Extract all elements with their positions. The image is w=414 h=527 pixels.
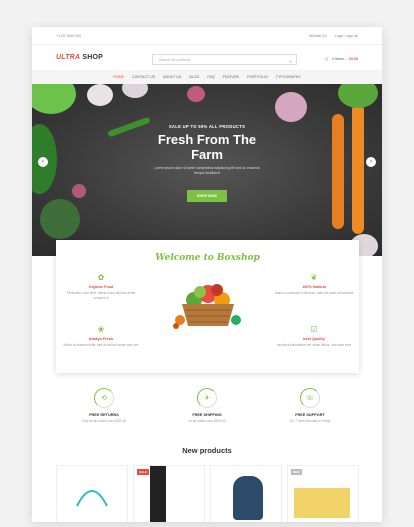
feature-natural: ❦ 100% Natural ullamco occaecat id elit … — [274, 273, 354, 296]
product-card[interactable] — [56, 465, 128, 522]
product-card[interactable]: SALE — [133, 465, 205, 522]
feature-fresh: ❀ Always Fresh officia ut deserunt elite… — [61, 325, 141, 348]
shop-now-button[interactable]: SHOP NOW — [187, 190, 227, 202]
plane-icon: ✈ — [197, 388, 217, 408]
feature-title: Organic Food — [88, 285, 114, 289]
service-title: FREE RETURNS — [89, 413, 119, 417]
hero-title: Fresh From The Farm — [32, 132, 382, 162]
hero-title-line1: Fresh From The — [157, 132, 257, 147]
feature-desc: Perfection once here, officia id aut lab… — [66, 291, 136, 300]
nav-feature[interactable]: Feature — [223, 75, 240, 79]
nav-typography[interactable]: Typography — [276, 75, 301, 79]
service-desc: Only for all orders over $100.00 — [81, 419, 127, 423]
feature-title: 100% Natural — [302, 285, 326, 289]
feature-quality: ☑ best Quality hendrerit elementum vel, … — [274, 325, 354, 348]
login-link[interactable]: Login / sign up — [335, 34, 358, 38]
new-products-title: New products — [182, 446, 232, 455]
service-desc: on all orders over $100.00 — [188, 419, 226, 423]
radish-image — [187, 86, 205, 102]
top-bar: +1 00 1900 000 Wishlist (0) Login / sign… — [32, 27, 382, 45]
support-icon: ☏ — [300, 388, 320, 408]
phone-number: +1 00 1900 000 — [56, 33, 82, 38]
garlic-image — [87, 84, 113, 106]
search-icon[interactable]: ⌕ — [289, 57, 292, 67]
welcome-title: Welcome to Boxshop — [155, 253, 260, 263]
return-icon: ⟲ — [94, 388, 114, 408]
feature-organic: ✿ Organic Food Perfection once here, off… — [61, 273, 141, 300]
pepper-image — [32, 84, 76, 114]
herb-image — [338, 84, 378, 108]
nav-about[interactable]: About us — [163, 75, 181, 79]
chair-image — [233, 476, 263, 520]
search-input[interactable]: Search for products ⌕ — [152, 54, 297, 65]
sale-badge: SALE — [137, 469, 150, 475]
cart-button[interactable]: 🛒 0 items - £0.00 — [325, 57, 358, 61]
page-frame: +1 00 1900 000 Wishlist (0) Login / sign… — [32, 27, 382, 522]
cheese-image — [294, 488, 350, 518]
hero-slider: ‹ › SALE UP TO 50% ALL PRODUCTS Fresh Fr… — [32, 84, 382, 256]
cart-label: 0 items - — [332, 57, 346, 61]
quality-icon: ☑ — [310, 325, 318, 334]
header: ULTRA SHOP Search for products ⌕ 🛒 0 ite… — [32, 45, 382, 70]
feature-title: Always Fresh — [88, 337, 114, 341]
nav-contact[interactable]: Contact Us — [132, 75, 155, 79]
bag-image — [76, 490, 108, 507]
service-returns: ⟲ FREE RETURNS Only for all orders over … — [54, 388, 154, 423]
main-nav: Home Contact Us About us Blog FAQ Featur… — [32, 70, 382, 84]
logo[interactable]: ULTRA SHOP — [56, 54, 103, 61]
new-badge: NEW — [291, 469, 302, 475]
hero-content: SALE UP TO 50% ALL PRODUCTS Fresh From T… — [32, 124, 382, 202]
search-placeholder: Search for products — [159, 58, 191, 62]
wishlist-link[interactable]: Wishlist (0) — [309, 34, 327, 38]
product-card[interactable]: NEW — [287, 465, 359, 522]
hero-subtitle: SALE UP TO 50% ALL PRODUCTS — [168, 124, 246, 129]
leaf-icon: ✿ — [97, 273, 105, 282]
nav-portfolio[interactable]: Portfolio — [247, 75, 268, 79]
garlic-image — [122, 84, 148, 98]
feature-desc: officia ut deserunt elite, sed do dolore… — [63, 343, 139, 347]
product-card[interactable] — [210, 465, 282, 522]
fresh-icon: ❀ — [97, 325, 105, 334]
hero-title-line2: Farm — [191, 147, 223, 162]
feature-title: best Quality — [303, 337, 325, 341]
cart-price: £0.00 — [349, 57, 358, 61]
bottle-image — [150, 466, 166, 522]
nav-blog[interactable]: Blog — [189, 75, 199, 79]
cabbage-image — [40, 199, 80, 239]
feature-desc: ullamco occaecat id elit esse, dolor sit… — [274, 291, 354, 295]
nav-home[interactable]: Home — [113, 75, 124, 79]
nav-faq[interactable]: FAQ — [207, 75, 214, 79]
service-title: FREE SHIPPING — [192, 413, 222, 417]
feature-desc: hendrerit elementum vel, ellam litibus, … — [276, 343, 352, 347]
logo-part-shop: SHOP — [82, 54, 103, 61]
hero-description: Lorem ipsum dolor sit amet consectetur a… — [154, 166, 260, 175]
welcome-box: Welcome to Boxshop ✿ Organic Food Perfec… — [56, 240, 359, 373]
service-shipping: ✈ FREE SHIPPING on all orders over $100.… — [157, 388, 257, 423]
vegetable-basket-image — [173, 284, 241, 329]
broccoli-icon: ❦ — [310, 273, 318, 282]
service-desc: 24 / 7 from Monday to Friday — [289, 419, 331, 423]
service-support: ☏ FREE SUPPORT 24 / 7 from Monday to Fri… — [260, 388, 360, 423]
onion-image — [275, 92, 307, 122]
logo-part-ultra: ULTRA — [56, 54, 81, 61]
service-title: FREE SUPPORT — [295, 413, 325, 417]
cart-icon: 🛒 — [324, 57, 330, 61]
